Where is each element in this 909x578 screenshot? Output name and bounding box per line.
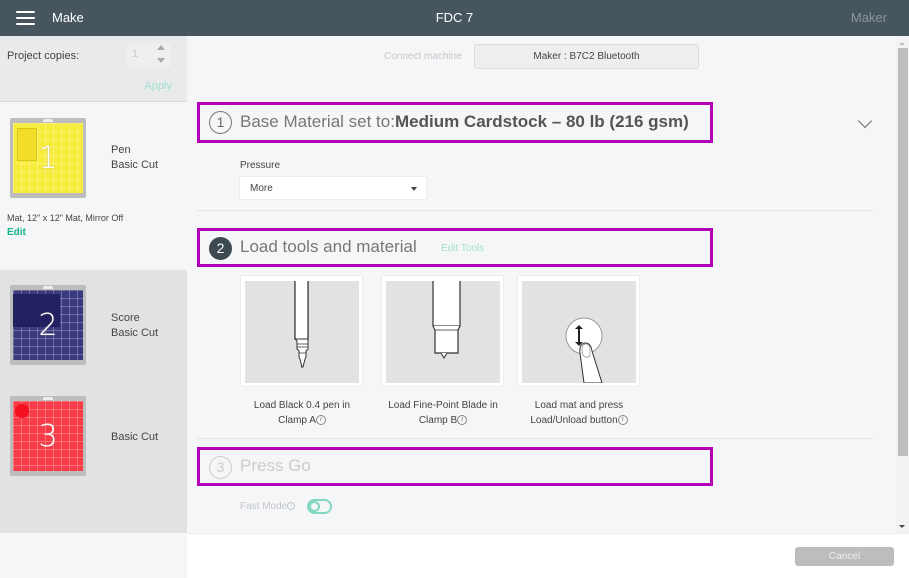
machine-select-button[interactable]: Maker : B7C2 Bluetooth [474, 44, 699, 69]
fast-mode-text: Fast Mode [240, 501, 288, 512]
divider [197, 210, 874, 211]
step-3-header: 3 Press Go [197, 447, 713, 486]
step-number-1: 1 [209, 111, 232, 134]
edit-tools-link[interactable]: Edit Tools [441, 243, 484, 254]
step-1-header[interactable]: 1 Base Material set to:Medium Cardstock … [197, 102, 713, 143]
mat-item-1[interactable]: 1 Pen Basic Cut Mat, 12" x 12" Mat, Mirr… [0, 116, 187, 246]
info-icon[interactable]: i [617, 415, 628, 426]
mat-item-3[interactable]: 3 Basic Cut [0, 396, 187, 496]
step-1-title: Base Material set to:Medium Cardstock – … [240, 112, 689, 132]
mat-line-2: Basic Cut [111, 159, 159, 171]
mat-item-2[interactable]: 2 Score Basic Cut [0, 285, 187, 385]
mat-number: 2 [38, 308, 58, 343]
pressure-value: More [250, 183, 273, 194]
mat-thumbnail[interactable]: 3 [10, 396, 86, 476]
mat-thumbnail[interactable]: 2 [10, 285, 86, 365]
info-icon[interactable]: i [315, 415, 326, 426]
caret-down-icon [411, 187, 417, 191]
increment-icon[interactable] [157, 45, 165, 50]
apply-button[interactable]: Apply [144, 80, 172, 92]
caption-line-1: Load Black 0.4 pen in [253, 400, 351, 411]
top-bar: Make FDC 7 Maker [0, 0, 909, 36]
other-mats-group: 2 Score Basic Cut 3 Basic Cut [0, 270, 187, 534]
cancel-button[interactable]: Cancel [795, 547, 894, 566]
scrollbar-thumb[interactable] [898, 48, 908, 456]
mat-preview-red: 3 [13, 401, 83, 471]
load-unload-button-icon [522, 281, 636, 383]
step-number-2: 2 [209, 237, 232, 260]
vertical-scrollbar[interactable] [896, 36, 909, 533]
tool-caption-pen: Load Black 0.4 pen in Clamp Ai [227, 398, 377, 428]
caption-line-2: Clamp B [418, 415, 458, 426]
project-copies-input[interactable]: 1 [127, 43, 171, 67]
base-material-name: Medium Cardstock – 80 lb (216 gsm) [394, 112, 689, 131]
mat-sidebar: Project copies: 1 Apply 1 Pen Basic Cut … [0, 36, 187, 578]
tool-caption-blade: Load Fine-Point Blade in Clamp Bi [368, 398, 518, 428]
tool-caption-load-mat: Load mat and press Load/Unload button i [504, 398, 654, 428]
connect-machine-label: Connect machine [384, 51, 462, 62]
pressure-dropdown[interactable]: More [239, 176, 427, 200]
caption-line-2: Clamp A [278, 415, 316, 426]
info-icon[interactable]: i [287, 502, 296, 511]
tool-card-blade [381, 275, 504, 387]
caption-line-1: Load Fine-Point Blade in [388, 400, 498, 411]
make-steps-panel: Connect machine Maker : B7C2 Bluetooth 1… [187, 36, 896, 533]
blade-tool-icon [386, 281, 500, 383]
tool-card-load-mat [517, 275, 640, 387]
scroll-up-arrow-icon[interactable] [899, 42, 905, 45]
footer-bar: Cancel [187, 533, 909, 578]
step-3-title: Press Go [240, 456, 311, 475]
pressure-label: Pressure [240, 160, 281, 171]
mat-line-2: Basic Cut [111, 327, 159, 339]
mat-line-1: Score [111, 312, 140, 324]
toggle-knob [309, 501, 320, 512]
scroll-down-arrow-icon[interactable] [899, 525, 905, 528]
project-copies-section: Project copies: 1 Apply [0, 36, 187, 102]
info-icon[interactable]: i [457, 415, 468, 426]
project-copies-value: 1 [132, 48, 139, 60]
mat-number: 1 [38, 141, 58, 176]
base-material-prefix: Base Material set to: [240, 112, 395, 131]
mat-thumbnail[interactable]: 1 [10, 118, 86, 198]
mat-number: 3 [38, 419, 58, 454]
caption-line-1: Load mat and press [534, 400, 624, 411]
design-shape [15, 404, 29, 418]
decrement-icon[interactable] [157, 58, 165, 63]
caption-line-2: Load/Unload button [530, 415, 618, 426]
document-title: FDC 7 [435, 10, 474, 25]
sidebar-footer [0, 533, 187, 578]
edit-mat-link[interactable]: Edit [7, 227, 26, 238]
fast-mode-label: Fast Mode i [240, 501, 296, 512]
mat-name: Pen Basic Cut [111, 143, 158, 173]
chevron-down-icon[interactable] [857, 113, 873, 129]
pen-tool-icon [245, 281, 359, 383]
mat-preview-navy: 2 [13, 290, 83, 360]
mat-preview-yellow: 1 [13, 123, 83, 193]
machine-label: Maker [850, 10, 887, 25]
project-copies-label: Project copies: [7, 50, 80, 62]
mat-name: Basic Cut [111, 430, 158, 445]
step-2-header: 2 Load tools and material Edit Tools [197, 228, 713, 267]
tool-card-pen [240, 275, 363, 387]
step-number-3: 3 [209, 456, 232, 479]
mat-settings-text: Mat, 12" x 12" Mat, Mirror Off [7, 213, 124, 223]
mat-line-1: Basic Cut [111, 431, 159, 443]
mat-line-1: Pen [111, 144, 131, 156]
mat-name: Score Basic Cut [111, 311, 158, 341]
step-2-title: Load tools and material [240, 237, 417, 256]
divider [197, 438, 874, 439]
fast-mode-toggle[interactable] [307, 499, 332, 514]
